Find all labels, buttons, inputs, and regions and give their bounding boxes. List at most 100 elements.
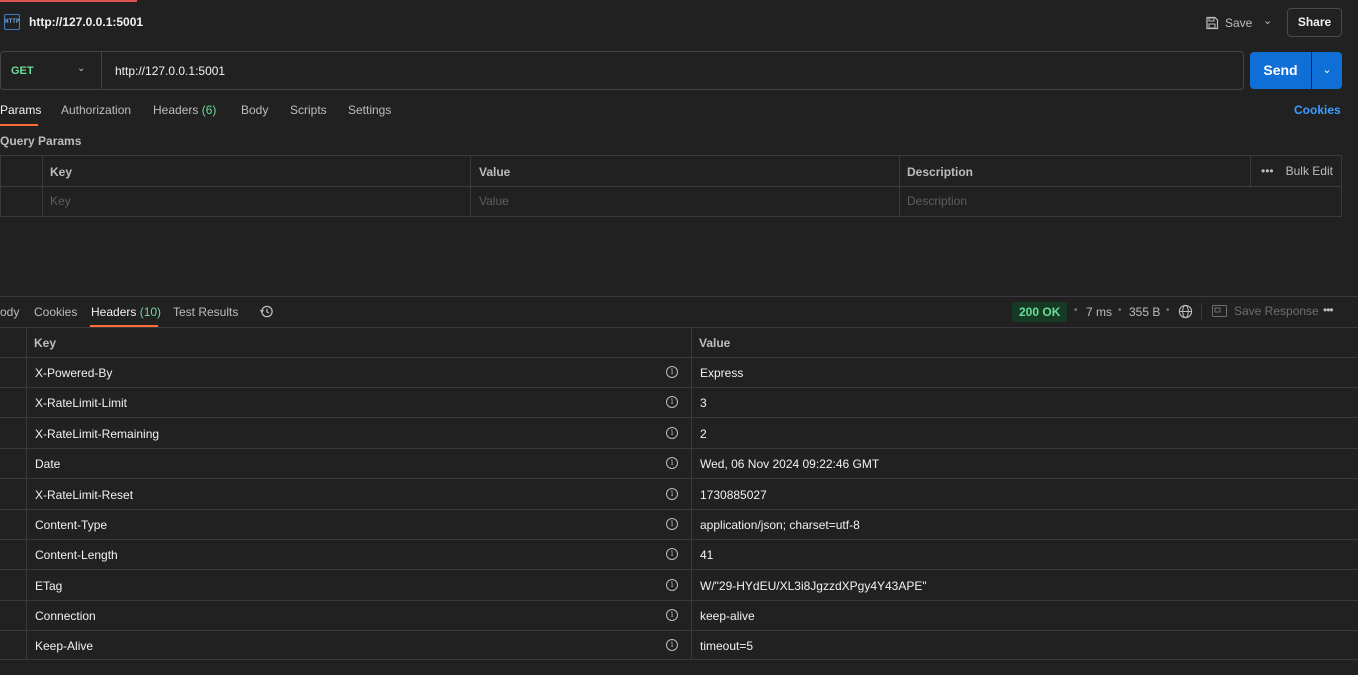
table-row[interactable]: X-RateLimit-Remaining i 2 bbox=[0, 419, 1358, 449]
param-value-input[interactable]: Value bbox=[479, 194, 509, 208]
save-icon bbox=[1206, 16, 1219, 30]
header-key: X-RateLimit-Remaining bbox=[35, 427, 160, 441]
request-tab[interactable]: HTTP http://127.0.0.1:5001 bbox=[0, 0, 1358, 44]
table-row[interactable]: Content-Length i 41 bbox=[0, 540, 1358, 570]
info-icon[interactable]: i bbox=[666, 609, 678, 621]
info-icon[interactable]: i bbox=[666, 548, 678, 560]
tab-test-results[interactable]: Test Results bbox=[173, 305, 238, 319]
tab-response-body[interactable]: ody bbox=[0, 305, 19, 319]
header-key: X-RateLimit-Reset bbox=[35, 488, 134, 502]
column-divider bbox=[470, 156, 471, 216]
url-input[interactable]: http://127.0.0.1:5001 bbox=[115, 64, 225, 78]
tab-params-underline bbox=[0, 124, 38, 126]
header-value: application/json; charset=utf-8 bbox=[700, 518, 860, 532]
header-value: Express bbox=[700, 366, 744, 380]
header-key: Content-Length bbox=[35, 548, 118, 562]
info-icon[interactable]: i bbox=[666, 427, 678, 439]
header-key: Keep-Alive bbox=[35, 639, 94, 653]
header-value: 2 bbox=[700, 427, 707, 441]
header-key: X-RateLimit-Limit bbox=[35, 396, 128, 410]
tab-response-headers[interactable]: Headers (10) bbox=[91, 305, 161, 319]
response-divider[interactable] bbox=[0, 296, 1358, 297]
url-divider bbox=[101, 52, 102, 89]
table-row[interactable]: Content-Type i application/json; charset… bbox=[0, 510, 1358, 540]
http-icon: HTTP bbox=[4, 14, 20, 30]
query-params-table: Key Value Description ••• Bulk Edit Key … bbox=[0, 155, 1342, 217]
table-row[interactable]: X-Powered-By i Express bbox=[0, 358, 1358, 388]
method-chevron-down-icon[interactable]: ⌄ bbox=[77, 63, 85, 74]
query-params-title: Query Params bbox=[0, 134, 82, 148]
info-icon[interactable]: i bbox=[666, 396, 678, 408]
table-divider bbox=[1, 186, 1341, 187]
table-row[interactable]: X-RateLimit-Reset i 1730885027 bbox=[0, 480, 1358, 510]
tab-scripts[interactable]: Scripts bbox=[290, 103, 327, 117]
column-divider bbox=[899, 156, 900, 216]
send-button[interactable]: Send bbox=[1250, 52, 1311, 89]
save-dropdown-chevron-icon[interactable]: ⌄ bbox=[1263, 14, 1272, 27]
save-response-icon bbox=[1212, 305, 1227, 317]
info-icon[interactable]: i bbox=[666, 457, 678, 469]
tab-headers[interactable]: Headers (6) bbox=[153, 103, 216, 117]
column-header-description: Description bbox=[907, 165, 974, 179]
bulk-edit-label: Bulk Edit bbox=[1285, 164, 1333, 178]
param-key-input[interactable]: Key bbox=[50, 194, 71, 208]
save-response-button[interactable]: Save Response bbox=[1212, 304, 1319, 318]
column-header-key: Key bbox=[50, 165, 73, 179]
tab-headers-label: Headers bbox=[153, 103, 199, 117]
table-row[interactable]: X-RateLimit-Limit i 3 bbox=[0, 388, 1358, 418]
table-header-row: Key Value bbox=[0, 328, 1358, 358]
info-icon[interactable]: i bbox=[666, 579, 678, 591]
column-divider bbox=[42, 156, 43, 216]
tab-settings[interactable]: Settings bbox=[348, 103, 391, 117]
header-value: W/"29-HYdEU/XL3i8JgzzdXPgy4Y43APE" bbox=[700, 579, 927, 593]
column-header-key: Key bbox=[34, 336, 57, 350]
cookies-link[interactable]: Cookies bbox=[1294, 103, 1341, 117]
method-select[interactable]: GET bbox=[11, 65, 34, 77]
tab-params[interactable]: Params bbox=[0, 103, 41, 117]
tab-authorization[interactable]: Authorization bbox=[61, 103, 131, 117]
separator-dot: • bbox=[1074, 305, 1078, 316]
send-options-chevron-icon[interactable]: ⌄ bbox=[1312, 52, 1342, 89]
column-divider bbox=[1250, 156, 1251, 186]
tab-response-headers-count: (10) bbox=[139, 305, 162, 319]
info-icon[interactable]: i bbox=[666, 639, 678, 651]
header-key: X-Powered-By bbox=[35, 366, 113, 380]
column-header-value: Value bbox=[699, 336, 731, 350]
info-icon[interactable]: i bbox=[666, 366, 678, 378]
header-key: ETag bbox=[35, 579, 63, 593]
table-row[interactable]: Connection i keep-alive bbox=[0, 601, 1358, 631]
separator-dot: • bbox=[1118, 305, 1122, 316]
info-icon[interactable]: i bbox=[666, 488, 678, 500]
header-value: keep-alive bbox=[700, 609, 755, 623]
header-value: timeout=5 bbox=[700, 639, 754, 653]
toolbar-divider bbox=[1201, 303, 1202, 320]
bulk-edit-button[interactable]: ••• Bulk Edit bbox=[1261, 164, 1333, 178]
save-response-label: Save Response bbox=[1234, 304, 1319, 318]
param-description-input[interactable]: Description bbox=[907, 194, 967, 208]
header-key: Connection bbox=[35, 609, 96, 623]
tab-body[interactable]: Body bbox=[241, 103, 268, 117]
table-row[interactable]: Date i Wed, 06 Nov 2024 09:22:46 GMT bbox=[0, 449, 1358, 479]
status-badge[interactable]: 200 OK bbox=[1012, 302, 1068, 322]
url-bar: GET ⌄ http://127.0.0.1:5001 bbox=[0, 51, 1244, 90]
info-icon[interactable]: i bbox=[666, 518, 678, 530]
globe-icon[interactable] bbox=[1178, 304, 1193, 319]
response-size[interactable]: 355 B bbox=[1129, 305, 1160, 319]
tab-headers-count: (6) bbox=[201, 103, 217, 117]
save-button[interactable]: Save bbox=[1205, 13, 1252, 33]
save-label: Save bbox=[1225, 16, 1253, 30]
table-row[interactable]: ETag i W/"29-HYdEU/XL3i8JgzzdXPgy4Y43APE… bbox=[0, 571, 1358, 601]
more-horizontal-icon: ••• bbox=[1261, 164, 1274, 178]
tab-response-cookies[interactable]: Cookies bbox=[34, 305, 77, 319]
response-time[interactable]: 7 ms bbox=[1086, 305, 1112, 319]
table-row[interactable]: Keep-Alive i timeout=5 bbox=[0, 631, 1358, 661]
response-headers-table: Key Value X-Powered-By i Express X-RateL… bbox=[0, 327, 1358, 660]
header-value: 1730885027 bbox=[700, 488, 767, 502]
more-options-icon[interactable]: ••• bbox=[1323, 303, 1334, 317]
separator-dot: • bbox=[1166, 305, 1170, 316]
tab-response-headers-label: Headers bbox=[91, 305, 137, 319]
history-icon[interactable] bbox=[259, 304, 274, 319]
share-button[interactable]: Share bbox=[1287, 8, 1342, 37]
header-value: Wed, 06 Nov 2024 09:22:46 GMT bbox=[700, 457, 880, 471]
header-key: Date bbox=[35, 457, 61, 471]
